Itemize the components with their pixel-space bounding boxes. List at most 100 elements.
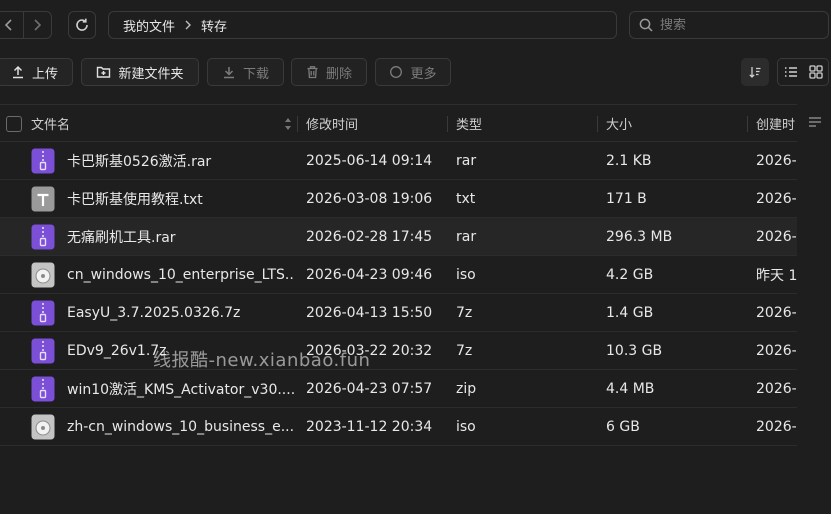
archive-icon xyxy=(31,148,55,174)
file-modified: 2025-06-14 09:14 xyxy=(306,152,433,169)
column-type[interactable]: 类型 xyxy=(456,105,482,141)
file-type: rar xyxy=(456,228,477,245)
breadcrumb-root[interactable]: 我的文件 xyxy=(123,16,175,35)
table-header: 文件名 修改时间 类型 大小 创建时 xyxy=(0,104,797,142)
chevron-right-icon xyxy=(184,20,192,30)
table-row[interactable]: 卡巴斯基0526激活.rar 2025-06-14 09:14 rar 2.1 … xyxy=(0,142,797,180)
file-name[interactable]: cn_windows_10_enterprise_LTS... xyxy=(67,256,295,293)
list-view-icon xyxy=(784,67,797,77)
file-modified: 2026-03-22 20:32 xyxy=(306,342,433,359)
file-type: rar xyxy=(456,152,477,169)
disc-image-icon xyxy=(31,414,55,440)
file-created: 2026- xyxy=(756,342,797,359)
file-name[interactable]: EDv9_26v1.7z xyxy=(67,332,295,369)
table-row[interactable]: 无痛刷机工具.rar 2026-02-28 17:45 rar 296.3 MB… xyxy=(0,218,797,256)
table-row[interactable]: win10激活_KMS_Activator_v30.... 2026-04-23… xyxy=(0,370,797,408)
file-created: 2026- xyxy=(756,190,797,207)
search-icon xyxy=(639,18,653,32)
file-size: 4.4 MB xyxy=(606,380,655,397)
file-size: 10.3 GB xyxy=(606,342,663,359)
forward-button[interactable] xyxy=(22,12,52,38)
refresh-icon xyxy=(76,18,88,31)
download-label: 下载 xyxy=(242,66,269,82)
file-modified: 2026-04-13 15:50 xyxy=(306,304,433,321)
chevron-left-icon xyxy=(4,19,12,31)
upload-button[interactable]: 上传 xyxy=(0,58,73,86)
delete-button[interactable]: 删除 xyxy=(291,58,367,86)
file-type: iso xyxy=(456,418,476,435)
column-divider[interactable] xyxy=(597,116,598,132)
breadcrumb-current[interactable]: 转存 xyxy=(201,16,227,35)
column-divider[interactable] xyxy=(747,116,748,132)
archive-icon xyxy=(31,376,55,402)
view-toggle xyxy=(777,58,829,86)
more-icon xyxy=(390,66,403,78)
download-button[interactable]: 下载 xyxy=(207,58,284,86)
list-view-button[interactable] xyxy=(778,59,803,85)
sort-arrows-icon[interactable] xyxy=(283,116,293,136)
file-name[interactable]: win10激活_KMS_Activator_v30.... xyxy=(67,370,295,407)
table-row[interactable]: cn_windows_10_enterprise_LTS... 2026-04-… xyxy=(0,256,797,294)
file-type: 7z xyxy=(456,342,473,359)
back-button[interactable] xyxy=(0,12,23,38)
file-name[interactable]: 卡巴斯基0526激活.rar xyxy=(67,142,295,179)
download-icon xyxy=(223,67,234,79)
file-modified: 2026-04-23 07:57 xyxy=(306,380,433,397)
history-nav xyxy=(0,11,52,39)
archive-icon xyxy=(31,300,55,326)
file-name[interactable]: EasyU_3.7.2025.0326.7z xyxy=(67,294,295,331)
file-size: 296.3 MB xyxy=(606,228,673,245)
file-created: 2026- xyxy=(756,418,797,435)
search-box xyxy=(629,11,829,39)
column-created[interactable]: 创建时 xyxy=(756,105,795,141)
file-size: 1.4 GB xyxy=(606,304,654,321)
search-input[interactable] xyxy=(660,17,810,33)
archive-icon xyxy=(31,224,55,250)
file-list: 卡巴斯基0526激活.rar 2025-06-14 09:14 rar 2.1 … xyxy=(0,142,797,446)
file-size: 2.1 KB xyxy=(606,152,652,169)
trash-icon xyxy=(307,66,318,79)
file-name[interactable]: zh-cn_windows_10_business_e... xyxy=(67,408,295,445)
upload-label: 上传 xyxy=(31,66,58,82)
grid-view-button[interactable] xyxy=(803,59,828,85)
file-size: 171 B xyxy=(606,190,647,207)
column-divider[interactable] xyxy=(447,116,448,132)
file-created: 昨天 1 xyxy=(756,267,797,284)
sort-icon xyxy=(749,67,761,78)
file-created: 2026- xyxy=(756,152,797,169)
file-name[interactable]: 卡巴斯基使用教程.txt xyxy=(67,180,295,217)
file-created: 2026- xyxy=(756,228,797,245)
file-modified: 2026-02-28 17:45 xyxy=(306,228,433,245)
column-divider[interactable] xyxy=(297,116,298,132)
file-modified: 2023-11-12 20:34 xyxy=(306,418,433,435)
table-row[interactable]: 卡巴斯基使用教程.txt 2026-03-08 19:06 txt 171 B … xyxy=(0,180,797,218)
new-folder-icon xyxy=(97,66,111,78)
top-bar: 我的文件 转存 xyxy=(0,0,831,50)
file-created: 2026- xyxy=(756,380,797,397)
table-row[interactable]: EDv9_26v1.7z 2026-03-22 20:32 7z 10.3 GB… xyxy=(0,332,797,370)
sort-button[interactable] xyxy=(741,58,769,86)
column-modified[interactable]: 修改时间 xyxy=(306,105,358,141)
more-button[interactable]: 更多 xyxy=(375,58,451,86)
new-folder-label: 新建文件夹 xyxy=(118,66,184,82)
text-file-icon xyxy=(31,186,55,212)
table-row[interactable]: EasyU_3.7.2025.0326.7z 2026-04-13 15:50 … xyxy=(0,294,797,332)
file-size: 6 GB xyxy=(606,418,640,435)
table-row[interactable]: zh-cn_windows_10_business_e... 2023-11-1… xyxy=(0,408,797,446)
column-name[interactable]: 文件名 xyxy=(31,105,70,141)
new-folder-button[interactable]: 新建文件夹 xyxy=(81,58,199,86)
refresh-button[interactable] xyxy=(68,11,96,39)
grid-view-icon xyxy=(808,65,823,79)
select-all-checkbox[interactable] xyxy=(6,116,22,132)
column-size[interactable]: 大小 xyxy=(606,105,632,141)
breadcrumb: 我的文件 转存 xyxy=(108,11,617,39)
file-type: iso xyxy=(456,266,476,283)
file-modified: 2026-04-23 09:46 xyxy=(306,266,433,283)
file-created: 2026- xyxy=(756,304,797,321)
column-settings-icon xyxy=(809,117,821,127)
file-type: 7z xyxy=(456,304,473,321)
more-label: 更多 xyxy=(410,66,437,82)
column-settings-button[interactable] xyxy=(808,116,822,132)
upload-icon xyxy=(12,65,23,79)
file-name[interactable]: 无痛刷机工具.rar xyxy=(67,218,295,255)
